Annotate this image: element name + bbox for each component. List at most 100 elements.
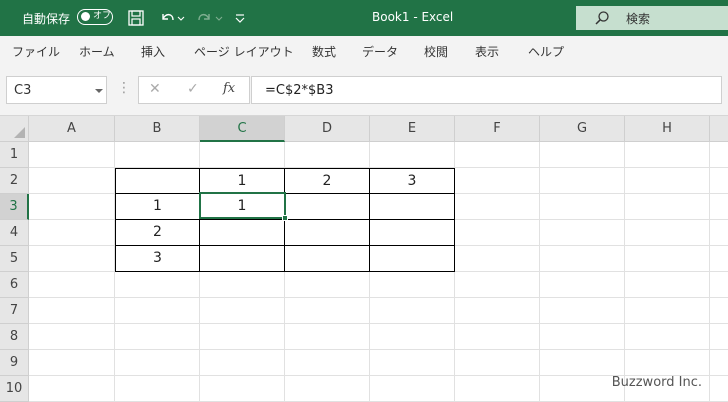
cell-e8[interactable] (370, 324, 455, 350)
cell-a7[interactable] (29, 298, 115, 324)
tab-file[interactable]: ファイル (12, 43, 60, 60)
cell-f7[interactable] (455, 298, 540, 324)
formula-bar-splitter-icon[interactable]: ⋮ (117, 81, 131, 95)
cell-b2[interactable] (115, 168, 200, 194)
cell-g8[interactable] (540, 324, 625, 350)
column-header-a[interactable]: A (29, 116, 115, 142)
cell-i10[interactable] (710, 376, 728, 402)
autosave-toggle[interactable]: オフ (77, 9, 113, 25)
cell-i2[interactable] (710, 168, 728, 194)
cell-b3[interactable]: 1 (115, 194, 200, 220)
name-box[interactable]: C3 (6, 76, 107, 104)
column-header-c[interactable]: C (200, 116, 285, 142)
cell-f5[interactable] (455, 246, 540, 272)
cell-c9[interactable] (200, 350, 285, 376)
cell-g6[interactable] (540, 272, 625, 298)
row-header-4[interactable]: 4 (0, 220, 29, 246)
cell-h7[interactable] (625, 298, 710, 324)
cell-f9[interactable] (455, 350, 540, 376)
cell-e2[interactable]: 3 (370, 168, 455, 194)
cell-g3[interactable] (540, 194, 625, 220)
cell-a4[interactable] (29, 220, 115, 246)
customize-quick-access-icon[interactable] (233, 8, 247, 28)
cell-h1[interactable] (625, 142, 710, 168)
cell-f1[interactable] (455, 142, 540, 168)
row-header-6[interactable]: 6 (0, 272, 29, 298)
cell-a2[interactable] (29, 168, 115, 194)
cell-b5[interactable]: 3 (115, 246, 200, 272)
cell-g5[interactable] (540, 246, 625, 272)
cell-h4[interactable] (625, 220, 710, 246)
cell-a9[interactable] (29, 350, 115, 376)
cell-d3[interactable] (285, 194, 370, 220)
row-header-10[interactable]: 10 (0, 376, 29, 402)
cell-d8[interactable] (285, 324, 370, 350)
cell-c2[interactable]: 1 (200, 168, 285, 194)
column-header-g[interactable]: G (540, 116, 625, 142)
column-header-b[interactable]: B (115, 116, 200, 142)
cell-a8[interactable] (29, 324, 115, 350)
column-header-h[interactable]: H (625, 116, 710, 142)
cell-e5[interactable] (370, 246, 455, 272)
tab-help[interactable]: ヘルプ (528, 43, 564, 60)
cell-a3[interactable] (29, 194, 115, 220)
formula-input[interactable]: =C$2*$B3 (251, 76, 722, 104)
cell-d2[interactable]: 2 (285, 168, 370, 194)
column-header-e[interactable]: E (370, 116, 455, 142)
cell-d10[interactable] (285, 376, 370, 402)
column-header-d[interactable]: D (285, 116, 370, 142)
cell-c4[interactable] (200, 220, 285, 246)
cell-e3[interactable] (370, 194, 455, 220)
cell-b1[interactable] (115, 142, 200, 168)
cell-i6[interactable] (710, 272, 728, 298)
row-header-1[interactable]: 1 (0, 142, 29, 168)
tab-page-layout[interactable]: ページ レイアウト (194, 43, 294, 60)
cell-a1[interactable] (29, 142, 115, 168)
enter-icon[interactable]: ✓ (187, 81, 199, 97)
cell-b8[interactable] (115, 324, 200, 350)
cell-d7[interactable] (285, 298, 370, 324)
cell-c3[interactable]: 1 (200, 194, 285, 220)
cell-h5[interactable] (625, 246, 710, 272)
cell-a10[interactable] (29, 376, 115, 402)
cell-c1[interactable] (200, 142, 285, 168)
cell-g9[interactable] (540, 350, 625, 376)
row-header-3[interactable]: 3 (0, 194, 29, 220)
cell-f3[interactable] (455, 194, 540, 220)
cell-c6[interactable] (200, 272, 285, 298)
tab-formulas[interactable]: 数式 (312, 43, 336, 60)
cell-e10[interactable] (370, 376, 455, 402)
cell-g4[interactable] (540, 220, 625, 246)
cell-b6[interactable] (115, 272, 200, 298)
cell-c10[interactable] (200, 376, 285, 402)
cell-h3[interactable] (625, 194, 710, 220)
cell-i5[interactable] (710, 246, 728, 272)
cell-c5[interactable] (200, 246, 285, 272)
cell-b7[interactable] (115, 298, 200, 324)
cell-i4[interactable] (710, 220, 728, 246)
cell-d5[interactable] (285, 246, 370, 272)
cell-i9[interactable] (710, 350, 728, 376)
cell-f8[interactable] (455, 324, 540, 350)
cell-h6[interactable] (625, 272, 710, 298)
chevron-down-icon[interactable] (95, 89, 103, 93)
cell-f10[interactable] (455, 376, 540, 402)
tab-home[interactable]: ホーム (79, 43, 115, 60)
row-header-8[interactable]: 8 (0, 324, 29, 350)
cell-e1[interactable] (370, 142, 455, 168)
cell-e6[interactable] (370, 272, 455, 298)
cell-h8[interactable] (625, 324, 710, 350)
cancel-icon[interactable]: ✕ (149, 81, 161, 97)
row-header-7[interactable]: 7 (0, 298, 29, 324)
column-header-i[interactable] (710, 116, 728, 142)
cell-a5[interactable] (29, 246, 115, 272)
tab-insert[interactable]: 挿入 (141, 43, 165, 60)
redo-dropdown-icon[interactable] (214, 8, 224, 28)
fill-handle[interactable] (282, 215, 288, 221)
cell-b10[interactable] (115, 376, 200, 402)
cell-c7[interactable] (200, 298, 285, 324)
cell-d1[interactable] (285, 142, 370, 168)
cell-h2[interactable] (625, 168, 710, 194)
tab-data[interactable]: データ (362, 43, 398, 60)
undo-icon[interactable] (157, 8, 177, 28)
